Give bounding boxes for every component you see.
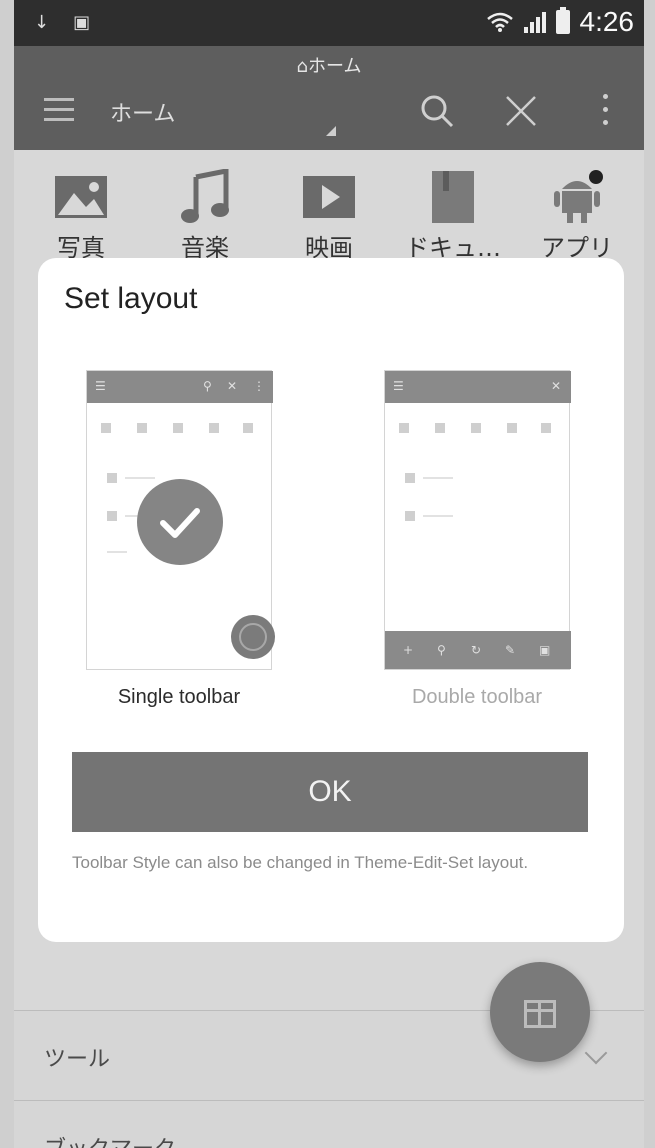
single-toolbar-preview[interactable]: ☰ ⚲ ✕ ⋮ [86,370,275,670]
list-item-bookmarks[interactable]: ブックマーク [14,1100,644,1148]
status-bar: ↓ ▣ 4:26 [14,0,644,46]
image-icon: ▣ [73,12,91,33]
preview-toolbar: ☰ ⚲ ✕ ⋮ [87,371,273,403]
app-header: ⌂ホーム ホーム [14,46,644,150]
more-options-icon[interactable] [600,94,610,130]
phone-screen: ↓ ▣ 4:26 ⌂ホーム ホーム 写真 音楽 映画 ドキュ… アプリ ツール … [14,0,644,1148]
category-photos[interactable]: 写真 [26,168,136,263]
category-music[interactable]: 音楽 [150,168,260,263]
menu-icon[interactable] [44,98,74,122]
preview-top-toolbar: ☰ ✕ [385,371,571,403]
home-icon: ⌂ [296,56,308,77]
close-icon[interactable] [504,94,538,128]
document-icon [432,171,474,223]
ok-button[interactable]: OK [72,752,588,832]
preview-bottom-toolbar: + ⚲ ↻ ✎ ▣ [385,631,571,669]
video-icon [303,176,355,218]
download-icon: ↓ [34,12,50,33]
preview-fab-icon [231,615,275,659]
category-row: 写真 音楽 映画 ドキュ… アプリ [14,168,644,268]
gift-icon [524,1000,556,1028]
signal-icon [523,11,546,33]
search-icon[interactable] [420,94,454,128]
chevron-down-icon [584,1041,608,1065]
dropdown-triangle-icon[interactable] [326,126,336,136]
status-time: 4:26 [579,6,635,37]
single-toolbar-label[interactable]: Single toolbar [59,686,299,709]
category-video[interactable]: 映画 [274,168,384,263]
header-breadcrumb: ⌂ホーム [296,56,362,77]
dialog-title: Set layout [64,282,198,315]
dialog-note: Toolbar Style can also be changed in The… [72,853,529,872]
double-toolbar-preview[interactable]: ☰ ✕ + ⚲ ↻ ✎ ▣ [384,370,571,670]
music-icon [181,169,229,223]
gift-fab-button[interactable] [490,962,590,1062]
wifi-icon [486,12,513,32]
set-layout-dialog: Set layout ☰ ⚲ ✕ ⋮ ☰ ✕ + ⚲ ↻ ✎ ▣ Single … [38,258,624,942]
double-toolbar-label[interactable]: Double toolbar [357,686,597,709]
battery-icon [555,7,570,34]
category-documents[interactable]: ドキュ… [398,168,508,263]
selected-check-icon [137,479,223,565]
photo-icon [55,176,107,218]
category-apps[interactable]: アプリ [522,168,632,263]
header-title: ホーム [110,102,176,127]
android-icon [554,170,603,223]
